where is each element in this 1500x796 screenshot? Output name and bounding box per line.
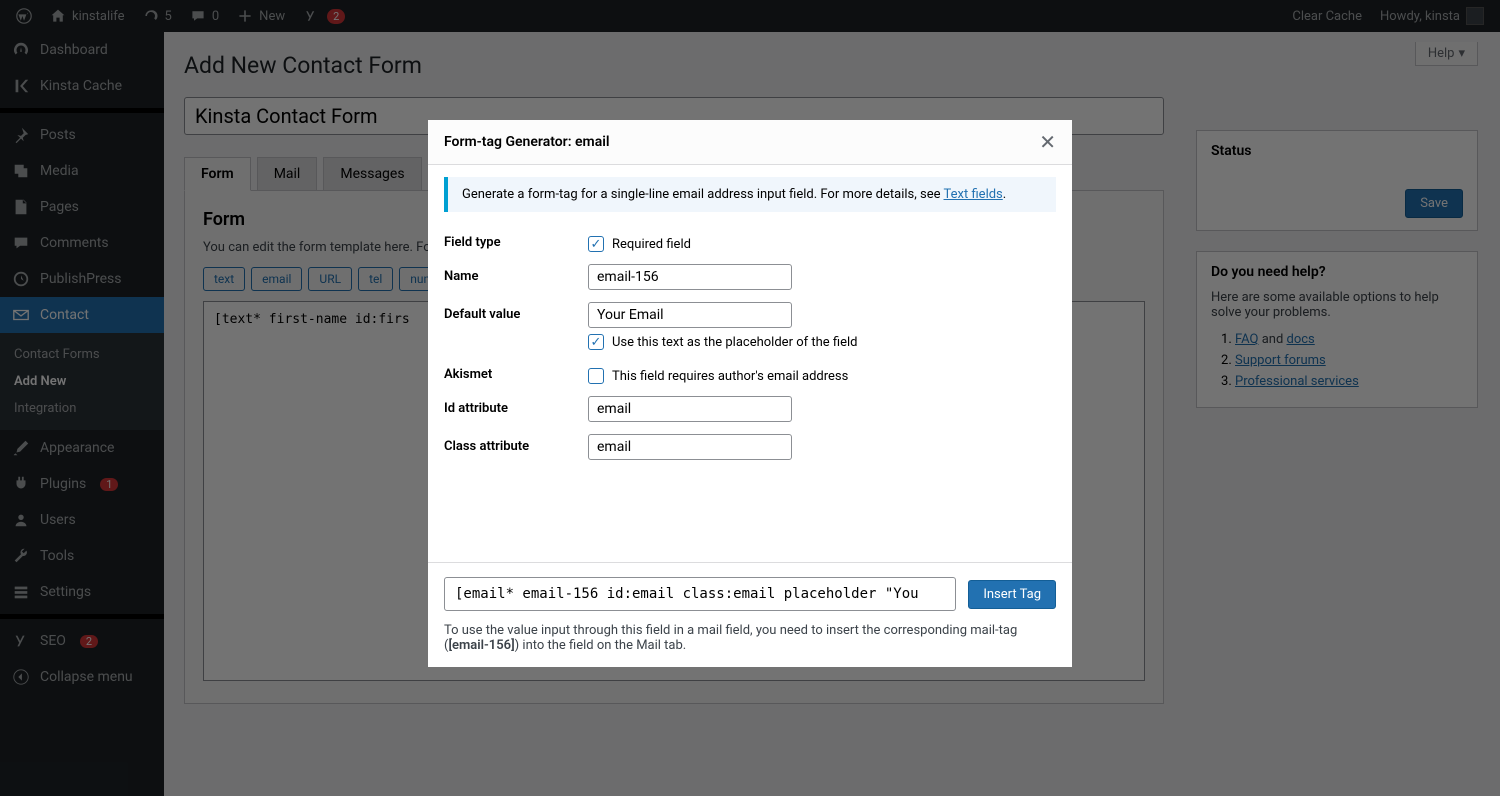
label-default: Default value [444, 302, 588, 322]
modal-footer: Insert Tag To use the value input throug… [428, 562, 1072, 667]
modal-body: Field type ✓ Required field Name Default … [428, 224, 1072, 562]
label-class-attr: Class attribute [444, 434, 588, 454]
label-name: Name [444, 264, 588, 284]
label-id-attr: Id attribute [444, 396, 588, 416]
form-tag-modal: Form-tag Generator: email ✕ Generate a f… [428, 120, 1072, 667]
footer-note: To use the value input through this fiel… [444, 623, 1056, 653]
modal-close-button[interactable]: ✕ [1039, 130, 1056, 154]
mail-tag: [email-156] [448, 638, 514, 653]
default-value-input[interactable] [588, 302, 792, 328]
placeholder-checkbox[interactable]: ✓ [588, 334, 604, 350]
id-attr-input[interactable] [588, 396, 792, 422]
akismet-label: This field requires author's email addre… [612, 369, 848, 384]
required-checkbox[interactable]: ✓ [588, 236, 604, 252]
text-fields-link[interactable]: Text fields [944, 187, 1003, 202]
tag-output-input[interactable] [444, 577, 956, 611]
modal-notice: Generate a form-tag for a single-line em… [444, 177, 1056, 212]
close-icon: ✕ [1039, 130, 1056, 154]
modal-header: Form-tag Generator: email ✕ [428, 120, 1072, 165]
placeholder-label: Use this text as the placeholder of the … [612, 335, 857, 350]
name-input[interactable] [588, 264, 792, 290]
insert-tag-button[interactable]: Insert Tag [968, 580, 1056, 609]
class-attr-input[interactable] [588, 434, 792, 460]
label-akismet: Akismet [444, 362, 588, 382]
modal-title: Form-tag Generator: email [444, 134, 610, 150]
akismet-checkbox[interactable] [588, 368, 604, 384]
label-field-type: Field type [444, 230, 588, 250]
required-label: Required field [612, 237, 691, 252]
